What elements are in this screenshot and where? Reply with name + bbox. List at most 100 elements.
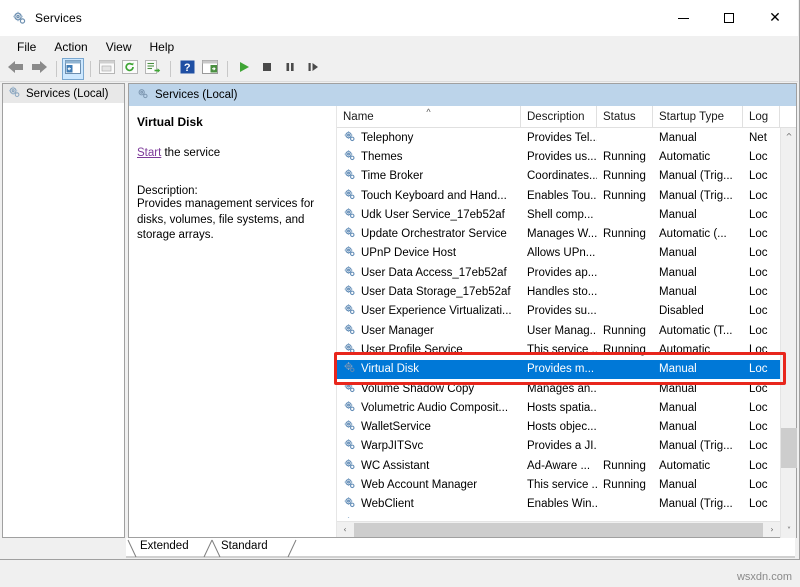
table-row[interactable]: ThemesProvides us...RunningAutomaticLoc [337,147,780,166]
scroll-up-icon[interactable]: ^ [781,128,797,145]
menu-action[interactable]: Action [45,38,96,56]
menu-view[interactable]: View [97,38,141,56]
cell-log-on-as: Loc [743,302,780,321]
column-header-description[interactable]: Description [521,106,597,128]
table-row[interactable]: Web Account ManagerThis service ...Runni… [337,475,780,494]
column-header-log-on-as[interactable]: Log [743,106,780,128]
cell-name: User Profile Service [337,340,521,359]
cell-log-on-as: Loc [743,167,780,186]
cell-startup-type: Manual [653,360,743,379]
cell-description: Manages an... [521,379,597,398]
minimize-button[interactable] [660,0,706,36]
cell-name: Wi-Fi Direct Services Conne... [337,514,521,518]
sidebar-item-services-local[interactable]: Services (Local) [3,84,124,103]
column-header-description-label: Description [527,111,585,123]
show-hide-console-tree-button[interactable] [62,58,84,80]
cell-startup-type: Manual [653,398,743,417]
start-service-button[interactable] [233,58,255,80]
cell-name: User Manager [337,321,521,340]
column-header-status[interactable]: Status [597,106,653,128]
export-list-icon [145,60,161,79]
start-service-link[interactable]: Start [137,147,161,159]
table-row[interactable]: Volumetric Audio Composit...Hosts spatia… [337,398,780,417]
close-button[interactable]: ✕ [752,0,798,36]
back-button[interactable] [5,58,27,80]
table-row[interactable]: User Experience Virtualizati...Provides … [337,302,780,321]
service-name-label: User Experience Virtualizati... [361,305,512,317]
service-gear-icon [343,323,356,339]
pause-icon [283,60,297,79]
column-header-startup-type[interactable]: Startup Type [653,106,743,128]
table-row[interactable]: Volume Shadow CopyManages an...ManualLoc [337,379,780,398]
column-header-name[interactable]: Name ^ [337,106,521,128]
tab-standard[interactable]: Standard [221,540,268,552]
services-list-view: Name ^ Description Status Startup Type [336,106,796,537]
cell-log-on-as: Loc [743,224,780,243]
cell-startup-type: Manual (Trig... [653,495,743,514]
table-row[interactable]: WebClientEnables Win...Manual (Trig...Lo… [337,495,780,514]
show-action-pane-button[interactable] [199,58,221,80]
cell-log-on-as: Net [743,128,780,147]
cell-description: Provides us... [521,147,597,166]
pause-service-button[interactable] [279,58,301,80]
stop-service-button[interactable] [256,58,278,80]
cell-name: User Data Storage_17eb52af [337,282,521,301]
cell-log-on-as: Loc [743,514,780,518]
table-row[interactable]: User Profile ServiceThis service ...Runn… [337,340,780,359]
cell-startup-type: Automatic (... [653,224,743,243]
restart-service-button[interactable] [302,58,324,80]
menu-file[interactable]: File [8,38,45,56]
service-name-label: Udk User Service_17eb52af [361,209,505,221]
table-row[interactable]: Time BrokerCoordinates...RunningManual (… [337,167,780,186]
table-row[interactable]: Virtual DiskProvides m...ManualLoc [337,360,780,379]
vertical-scrollbar[interactable]: ^ ˅ [780,128,796,539]
properties-button[interactable] [96,58,118,80]
column-header-log-on-as-label: Log [749,111,768,123]
tab-extended[interactable]: Extended [140,540,189,552]
table-row[interactable]: Udk User Service_17eb52afShell comp...Ma… [337,205,780,224]
cell-startup-type: Manual [653,417,743,436]
table-row[interactable]: UPnP Device HostAllows UPn...ManualLoc [337,244,780,263]
scroll-down-icon[interactable]: ˅ [781,522,797,539]
table-row[interactable]: WalletServiceHosts objec...ManualLoc [337,417,780,436]
cell-log-on-as: Loc [743,495,780,514]
table-row[interactable]: Touch Keyboard and Hand...Enables Tou...… [337,186,780,205]
help-button[interactable]: ? [176,58,198,80]
cell-log-on-as: Loc [743,379,780,398]
cell-name: Virtual Disk [337,360,521,379]
service-gear-icon [343,361,356,377]
scroll-left-icon[interactable]: ‹ [337,522,353,538]
cell-log-on-as: Loc [743,340,780,359]
service-gear-icon [343,130,356,146]
cell-status [597,437,653,456]
cell-status [597,495,653,514]
forward-button[interactable] [28,58,50,80]
toolbar-separator [227,61,228,77]
maximize-button[interactable] [706,0,752,36]
cell-status [597,514,653,518]
horizontal-scrollbar[interactable]: ‹ › [337,521,780,537]
vertical-scroll-thumb[interactable] [781,428,797,468]
export-list-button[interactable] [142,58,164,80]
action-pane-icon [202,60,218,79]
service-name-label: WC Assistant [361,460,429,472]
cell-status [597,417,653,436]
scroll-right-icon[interactable]: › [764,522,780,538]
table-row[interactable]: TelephonyProvides Tel...ManualNet [337,128,780,147]
cell-startup-type: Manual (Trig... [653,186,743,205]
cell-log-on-as: Loc [743,147,780,166]
cell-name: WC Assistant [337,456,521,475]
table-row[interactable]: Update Orchestrator ServiceManages W...R… [337,224,780,243]
table-row[interactable]: User Data Access_17eb52afProvides ap...M… [337,263,780,282]
table-row[interactable]: User ManagerUser Manag...RunningAutomati… [337,321,780,340]
refresh-button[interactable] [119,58,141,80]
table-row[interactable]: WarpJITSvcProvides a JI...Manual (Trig..… [337,437,780,456]
table-row[interactable]: Wi-Fi Direct Services Conne...Manages co… [337,514,780,518]
horizontal-scroll-thumb[interactable] [354,523,763,537]
cell-status [597,205,653,224]
cell-startup-type: Automatic [653,340,743,359]
table-row[interactable]: WC AssistantAd-Aware ...RunningAutomatic… [337,456,780,475]
table-row[interactable]: User Data Storage_17eb52afHandles sto...… [337,282,780,301]
column-header-status-label: Status [603,111,636,123]
menu-help[interactable]: Help [141,38,184,56]
